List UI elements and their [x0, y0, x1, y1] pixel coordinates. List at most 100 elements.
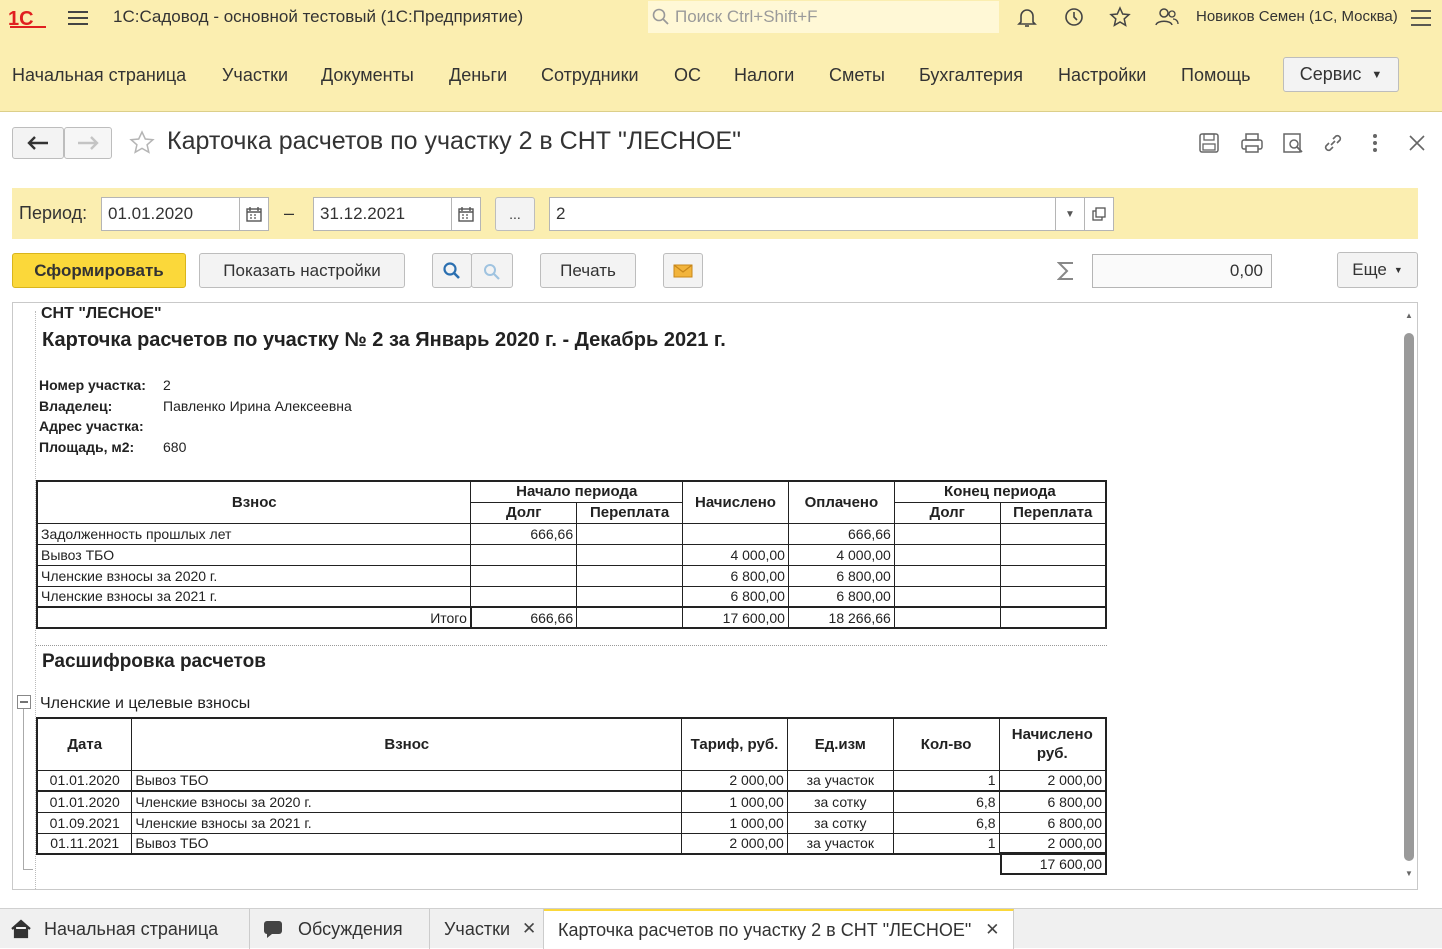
close-icon[interactable]: ✕	[985, 920, 999, 940]
cell-tariff: 2 000,00	[681, 832, 788, 855]
show-settings-button[interactable]: Показать настройки	[199, 253, 405, 288]
cell-end-debt	[893, 543, 1001, 566]
cell-accrued: 6 800,00	[682, 585, 789, 608]
forward-button[interactable]	[64, 127, 112, 159]
tab-discussions[interactable]: Обсуждения	[250, 909, 430, 949]
menu-item-settings[interactable]: Настройки	[1058, 65, 1146, 86]
cell-start-overpay	[576, 585, 684, 608]
plot-input[interactable]: 2	[549, 197, 1056, 231]
menu-item-home[interactable]: Начальная страница	[12, 65, 186, 86]
calendar-from-button[interactable]	[239, 197, 269, 231]
1c-logo[interactable]: 1С	[8, 6, 48, 30]
menu-item-estimates[interactable]: Сметы	[829, 65, 885, 86]
calendar-icon	[246, 207, 262, 222]
sections-panel: Начальная страница Участки Документы Ден…	[0, 36, 1442, 112]
back-button[interactable]	[12, 127, 64, 159]
tab-label: Начальная страница	[44, 918, 219, 939]
send-email-button[interactable]	[663, 253, 703, 288]
users-icon[interactable]	[1154, 5, 1180, 29]
table-row: 01.11.2021 Вывоз ТБО 2 000,00 за участок…	[36, 832, 1107, 855]
table-row: Членские взносы за 2021 г. 6 800,00 6 80…	[36, 585, 1107, 608]
bell-icon[interactable]	[1015, 5, 1039, 29]
title-bar: 1С 1С:Садовод - основной тестовый (1С:Пр…	[0, 0, 1442, 36]
cell-total-end-overpay	[999, 606, 1107, 629]
cell-qty: 1	[892, 832, 1000, 855]
close-form-icon[interactable]	[1405, 131, 1429, 155]
main-menu-icon[interactable]	[1408, 6, 1434, 30]
report-heading: Карточка расчетов по участку № 2 за Янва…	[42, 329, 726, 351]
hamburger-menu-icon[interactable]	[66, 6, 90, 30]
tab-label: Карточка расчетов по участку 2 в СНТ "ЛЕ…	[558, 919, 972, 940]
cell-qty: 6,8	[892, 811, 1000, 834]
cell-unit: за участок	[786, 769, 894, 792]
vertical-scrollbar[interactable]: ▲ ▼	[1399, 303, 1417, 889]
service-menu-button[interactable]: Сервис ▼	[1283, 57, 1399, 92]
calendar-to-button[interactable]	[451, 197, 481, 231]
date-to-input[interactable]: 31.12.2021	[313, 197, 452, 231]
tab-settlement-card[interactable]: Карточка расчетов по участку 2 в СНТ "ЛЕ…	[544, 909, 1014, 949]
menu-item-documents[interactable]: Документы	[321, 65, 414, 86]
menu-item-employees[interactable]: Сотрудники	[541, 65, 639, 86]
scroll-down-icon[interactable]: ▼	[1405, 869, 1413, 878]
period-label: Период:	[19, 203, 88, 223]
col-fee: Взнос	[131, 717, 683, 771]
report-document[interactable]: СНТ "ЛЕСНОЕ" Карточка расчетов по участк…	[12, 302, 1418, 890]
preview-icon[interactable]	[1281, 131, 1305, 155]
col-date: Дата	[36, 717, 133, 771]
cell-total-start-overpay	[576, 606, 684, 629]
cell-unit: за сотку	[786, 811, 894, 834]
col-accrued: Начислено	[682, 480, 789, 524]
scrollbar-thumb[interactable]	[1404, 333, 1414, 861]
save-icon[interactable]	[1197, 131, 1221, 155]
group-line	[23, 709, 24, 869]
cell-accrued: 6 800,00	[998, 790, 1107, 813]
cell-accrued: 2 000,00	[998, 769, 1107, 792]
tab-plots[interactable]: Участки ✕	[430, 909, 544, 949]
current-user[interactable]: Новиков Семен (1С, Москва)	[1196, 8, 1398, 25]
find-next-button[interactable]	[471, 253, 513, 288]
print-icon[interactable]	[1239, 131, 1265, 155]
generate-button[interactable]: Сформировать	[12, 253, 186, 288]
menu-item-plots[interactable]: Участки	[222, 65, 288, 86]
history-icon[interactable]	[1062, 5, 1086, 29]
col-start-overpay: Переплата	[576, 501, 684, 524]
cell-end-overpay	[999, 543, 1107, 566]
cell-fee: Задолженность прошлых лет	[36, 522, 472, 545]
col-end-overpay: Переплата	[999, 501, 1107, 524]
menu-item-taxes[interactable]: Налоги	[734, 65, 794, 86]
favorite-star-icon[interactable]	[128, 129, 156, 157]
scroll-up-icon[interactable]: ▲	[1405, 311, 1413, 320]
cell-end-overpay	[999, 564, 1107, 587]
table-row: 01.09.2021 Членские взносы за 2021 г. 1 …	[36, 811, 1107, 834]
menu-item-money[interactable]: Деньги	[449, 65, 507, 86]
print-button[interactable]: Печать	[540, 253, 636, 288]
col-accrued: Начислено руб.	[998, 717, 1107, 771]
menu-item-fixed-assets[interactable]: ОС	[674, 65, 701, 86]
cell-total-accrued: 17 600,00	[682, 606, 789, 629]
cell-end-overpay	[999, 522, 1107, 545]
menu-item-accounting[interactable]: Бухгалтерия	[919, 65, 1023, 86]
menu-item-help[interactable]: Помощь	[1181, 65, 1251, 86]
arrow-right-icon	[78, 136, 99, 150]
more-label: Еще	[1352, 260, 1387, 279]
star-icon[interactable]	[1108, 5, 1132, 29]
link-icon[interactable]	[1321, 131, 1345, 155]
info-label-plot-number: Номер участка:	[39, 377, 146, 393]
cell-end-overpay	[999, 585, 1107, 608]
collapse-group-icon[interactable]	[17, 695, 31, 709]
find-button[interactable]	[432, 253, 472, 288]
more-actions-icon[interactable]	[1364, 131, 1386, 155]
cell-total-label: Итого	[37, 606, 472, 628]
more-button[interactable]: Еще ▼	[1337, 252, 1418, 288]
date-from-input[interactable]: 01.01.2020	[101, 197, 240, 231]
plot-dropdown-button[interactable]: ▼	[1055, 197, 1085, 231]
col-end-debt: Долг	[893, 501, 1001, 524]
col-fee: Взнос	[36, 480, 472, 524]
close-icon[interactable]: ✕	[522, 919, 536, 939]
period-dash: –	[284, 203, 295, 223]
tab-home[interactable]: Начальная страница	[0, 909, 250, 949]
plot-open-button[interactable]	[1084, 197, 1114, 231]
period-select-button[interactable]: ...	[495, 197, 535, 231]
global-search-input[interactable]: Поиск Ctrl+Shift+F	[648, 1, 999, 33]
cell-fee: Членские взносы за 2020 г.	[131, 790, 683, 813]
